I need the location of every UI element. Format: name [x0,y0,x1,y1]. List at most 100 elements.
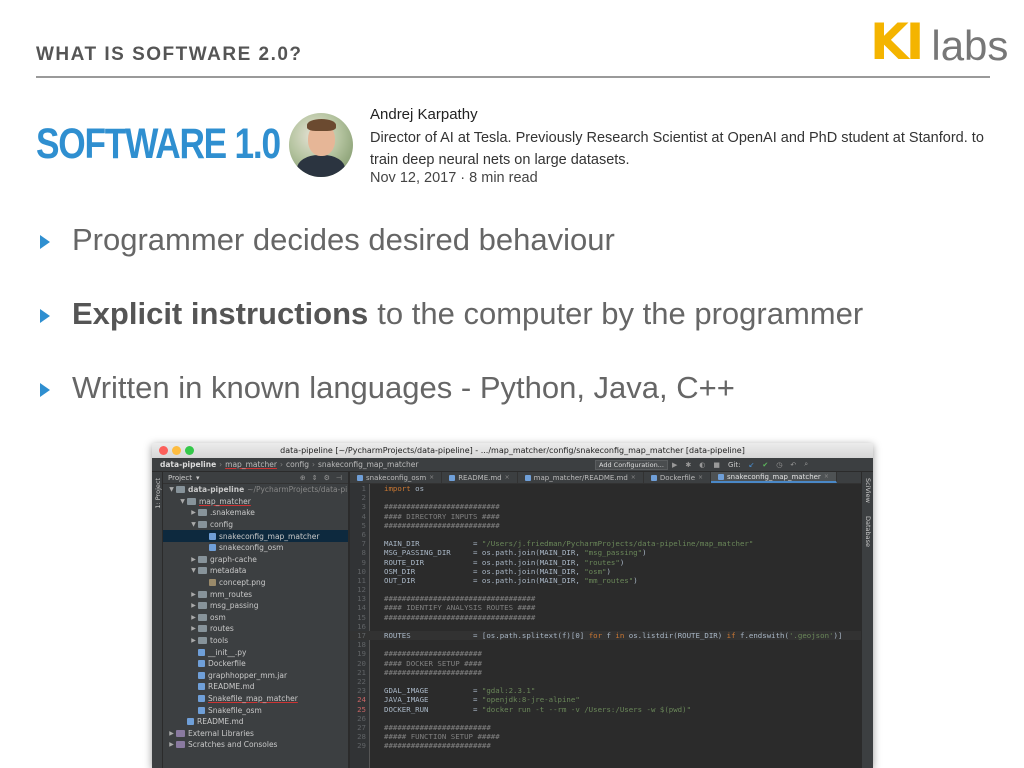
expand-arrow-icon[interactable]: ▶ [189,625,198,632]
project-tool-tab[interactable]: 1: Project [154,478,162,509]
tree-item[interactable]: ▼ map_matcher [163,496,348,508]
tree-item[interactable]: ▶ msg_passing [163,600,348,612]
collapse-icon[interactable]: ⇕ [312,474,318,482]
expand-arrow-icon[interactable]: ▶ [189,637,198,644]
add-configuration-button[interactable]: Add Configuration... [595,460,668,470]
editor-tab-label: snakeconfig_map_matcher [727,472,821,481]
tree-item-label: map_matcher [199,496,251,506]
code-line: 2 [350,493,861,502]
author-name[interactable]: Andrej Karpathy [370,106,478,123]
project-tree: ▼ data-pipeline ~/PycharmProjects/data-pi ▼… [163,484,348,751]
maximize-window-button[interactable] [185,446,194,455]
sciview-tool-tab[interactable]: SciView [864,478,872,503]
expand-arrow-icon[interactable]: ▶ [189,614,198,621]
tree-item-label: routes [210,624,234,634]
line-number: 1 [361,484,366,493]
tree-item[interactable]: graphhopper_mm.jar [163,670,348,682]
debug-icon[interactable]: ✱ [685,461,691,469]
tree-item[interactable]: ▶ routes [163,623,348,635]
tree-item[interactable]: ▶ osm [163,612,348,624]
line-number: 22 [357,676,366,686]
tree-item[interactable]: ▼ config [163,519,348,531]
expand-arrow-icon[interactable]: ▼ [189,521,198,528]
close-tab-icon[interactable]: × [429,474,434,481]
expand-arrow-icon[interactable]: ▶ [189,591,198,598]
expand-arrow-icon[interactable]: ▶ [189,556,198,563]
folder-icon [198,555,207,563]
tree-item[interactable]: ▶ .snakemake [163,507,348,519]
close-tab-icon[interactable]: × [505,474,510,481]
expand-arrow-icon[interactable]: ▶ [189,509,198,516]
tree-item[interactable]: ▶ mm_routes [163,588,348,600]
tree-item[interactable]: concept.png [163,577,348,589]
git-update-icon[interactable]: ↙ [748,461,754,469]
code-text: ROUTE_DIR = os.path.join(MAIN_DIR, "rout… [384,557,625,567]
tree-item[interactable]: Dockerfile [163,658,348,670]
history-icon[interactable]: ◷ [776,461,782,469]
tree-item[interactable]: Snakefile_osm [163,704,348,716]
code-line: 27 ######################## [350,723,861,732]
code-line: 4 #### DIRECTORY INPUTS #### [350,512,861,521]
run-icon[interactable]: ▶ [672,461,677,469]
breadcrumb-item[interactable]: config [286,460,309,469]
folder-icon [198,625,207,633]
code-text: JAVA_IMAGE = "openjdk:8-jre-alpine" [384,695,580,705]
breadcrumb-item[interactable]: map_matcher [225,460,277,469]
close-tab-icon[interactable]: × [824,473,829,480]
expand-arrow-icon[interactable]: ▼ [189,567,198,574]
line-number: 21 [357,667,366,677]
tree-item-label: Dockerfile [208,659,246,669]
tree-item[interactable]: snakeconfig_map_matcher [163,530,348,542]
gear-icon[interactable]: ⚙ [324,474,330,482]
code-line: 18 [350,640,861,649]
code-line: 3 ########################## [350,502,861,511]
expand-arrow-icon[interactable]: ▼ [178,498,187,505]
tree-item[interactable]: ▶ graph-cache [163,554,348,566]
locate-icon[interactable]: ⊕ [300,474,306,482]
code-text: #### DOCKER SETUP #### [384,658,482,668]
tree-item[interactable]: ▶ External Libraries [163,727,348,739]
search-icon[interactable]: ⌕ [804,460,808,469]
editor-tab[interactable]: map_matcher/README.md × [518,472,644,483]
tree-item[interactable]: ▼ data-pipeline ~/PycharmProjects/data-pi [163,484,348,496]
close-tab-icon[interactable]: × [698,474,703,481]
expand-arrow-icon[interactable]: ▼ [167,486,176,493]
tree-item[interactable]: Snakefile_map_matcher [163,693,348,705]
minimize-window-button[interactable] [172,446,181,455]
expand-arrow-icon[interactable]: ▶ [167,730,176,737]
line-number: 29 [357,741,366,751]
tree-item[interactable]: snakeconfig_osm [163,542,348,554]
line-number: 12 [357,585,366,595]
tree-item[interactable]: README.md [163,681,348,693]
editor-tab[interactable]: README.md × [442,472,518,483]
expand-arrow-icon[interactable]: ▶ [167,741,176,748]
git-commit-icon[interactable]: ✔ [762,461,768,469]
editor-tab[interactable]: Dockerfile × [644,472,712,483]
editor-tab[interactable]: snakeconfig_map_matcher × [711,472,837,483]
breadcrumb-item[interactable]: data-pipeline [160,460,216,469]
project-view-dropdown[interactable]: Project [168,474,192,482]
expand-arrow-icon[interactable]: ▶ [189,602,198,609]
tree-item[interactable]: README.md [163,716,348,728]
stop-icon[interactable]: ■ [713,461,720,469]
editor-tab[interactable]: snakeconfig_osm × [350,472,443,483]
tree-item[interactable]: ▶ Scratches and Consoles [163,739,348,751]
close-tab-icon[interactable]: × [631,474,636,481]
tree-item-label: graphhopper_mm.jar [208,670,288,680]
tree-item[interactable]: ▼ metadata [163,565,348,577]
line-number: 7 [361,539,366,549]
chevron-down-icon[interactable]: ▾ [196,474,200,482]
line-number: 4 [361,511,366,521]
revert-icon[interactable]: ↶ [790,461,796,469]
tree-item[interactable]: ▶ tools [163,635,348,647]
hide-icon[interactable]: ⊣ [336,474,342,482]
breadcrumb-item[interactable]: snakeconfig_map_matcher [318,460,418,469]
code-line: 8 MSG_PASSING_DIR = os.path.join(MAIN_DIR… [350,548,861,557]
database-tool-tab[interactable]: Database [864,516,872,547]
tree-item[interactable]: __init__.py [163,646,348,658]
coverage-icon[interactable]: ◐ [699,461,705,469]
code-text: ################################## [384,594,536,604]
close-window-button[interactable] [159,446,168,455]
folder-icon [198,509,207,517]
code-area[interactable]: 1 import os 2 3 ########################## 4 #… [350,484,861,768]
